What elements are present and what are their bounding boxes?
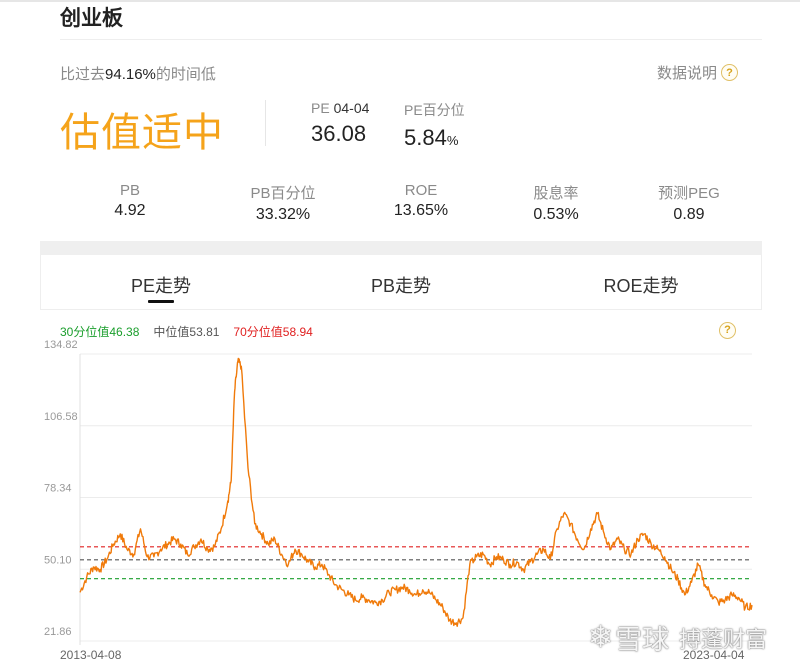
pe-percentile-block: PE百分位 5.84% bbox=[404, 100, 465, 151]
pe-percentile-label: PE百分位 bbox=[404, 102, 465, 118]
metric-label: PB百分位 bbox=[250, 185, 316, 202]
watermark-text: 雪球 bbox=[615, 625, 670, 655]
metrics-row: PB 4.92 PB百分位 33.32% ROE 13.65% 股息率 0.53… bbox=[40, 182, 762, 224]
chart-help[interactable]: ? bbox=[719, 320, 736, 339]
watermark-text-2: 搏蓬财富 bbox=[679, 626, 768, 652]
pe-percentile-value: 5.84 bbox=[404, 125, 447, 150]
metric-label: ROE bbox=[404, 182, 438, 199]
pe-date: 04-04 bbox=[333, 100, 370, 116]
pe-series-line bbox=[79, 357, 753, 627]
divider bbox=[60, 39, 762, 40]
data-explain-label: 数据说明 bbox=[656, 65, 717, 82]
y-tick-label: 134.82 bbox=[44, 340, 78, 351]
valuation-verdict: 估值适中 bbox=[60, 111, 224, 155]
metric-label: 预测PEG bbox=[658, 185, 720, 202]
pe-label: PE bbox=[311, 100, 330, 116]
y-tick-label: 21.86 bbox=[44, 626, 72, 638]
chart-legend: 30分位值46.38 中位值53.81 70分位值58.94 bbox=[60, 323, 313, 340]
snowball-logo-icon: ❄ bbox=[588, 621, 614, 654]
metric-pb-percentile: PB百分位 33.32% bbox=[220, 182, 346, 224]
metric-value: 0.89 bbox=[673, 206, 705, 223]
summary-prefix: 比过去 bbox=[60, 66, 106, 83]
metric-value: 13.65% bbox=[393, 202, 449, 219]
page-title: 创业板 bbox=[60, 7, 123, 30]
tab-pe-trend[interactable]: PE走势 bbox=[41, 255, 281, 309]
pe-percentile-unit: % bbox=[446, 133, 459, 148]
metric-label: PB bbox=[119, 182, 140, 199]
data-explain-link[interactable]: 数据说明 ? bbox=[657, 62, 738, 83]
metric-dividend-yield: 股息率 0.53% bbox=[496, 182, 616, 224]
pe-block: PE 04-04 36.08 bbox=[311, 100, 369, 147]
watermark: ❄ 雪球 搏蓬财富 bbox=[588, 618, 767, 657]
metric-forecast-peg: 预测PEG 0.89 bbox=[616, 182, 762, 224]
legend-30-percentile: 30分位值46.38 bbox=[60, 325, 140, 339]
tab-pb-trend[interactable]: PB走势 bbox=[281, 255, 521, 309]
x-tick-label-start: 2013-04-08 bbox=[60, 648, 122, 662]
y-tick-label: 78.34 bbox=[44, 483, 72, 495]
legend-70-percentile: 70分位值58.94 bbox=[233, 325, 313, 339]
trend-tabs: PE走势 PB走势 ROE走势 bbox=[40, 255, 762, 310]
vertical-divider bbox=[265, 100, 266, 146]
y-tick-label: 106.58 bbox=[44, 411, 78, 423]
metric-value: 4.92 bbox=[114, 202, 146, 219]
metric-value: 33.32% bbox=[255, 206, 311, 223]
pe-value: 36.08 bbox=[311, 121, 367, 146]
metric-value: 0.53% bbox=[533, 206, 579, 223]
y-tick-label: 50.10 bbox=[44, 554, 72, 566]
summary-percent: 94.16% bbox=[105, 66, 156, 83]
question-icon[interactable]: ? bbox=[721, 64, 738, 81]
section-separator bbox=[40, 241, 762, 255]
metric-label: 股息率 bbox=[533, 185, 579, 202]
legend-median: 中位值53.81 bbox=[153, 325, 220, 339]
question-icon[interactable]: ? bbox=[719, 321, 736, 339]
metric-roe: ROE 13.65% bbox=[346, 182, 496, 224]
summary-suffix: 的时间低 bbox=[155, 66, 216, 83]
percentile-summary: 比过去94.16%的时间低 bbox=[60, 63, 216, 84]
tab-roe-trend[interactable]: ROE走势 bbox=[521, 255, 761, 309]
metric-pb: PB 4.92 bbox=[40, 182, 220, 224]
